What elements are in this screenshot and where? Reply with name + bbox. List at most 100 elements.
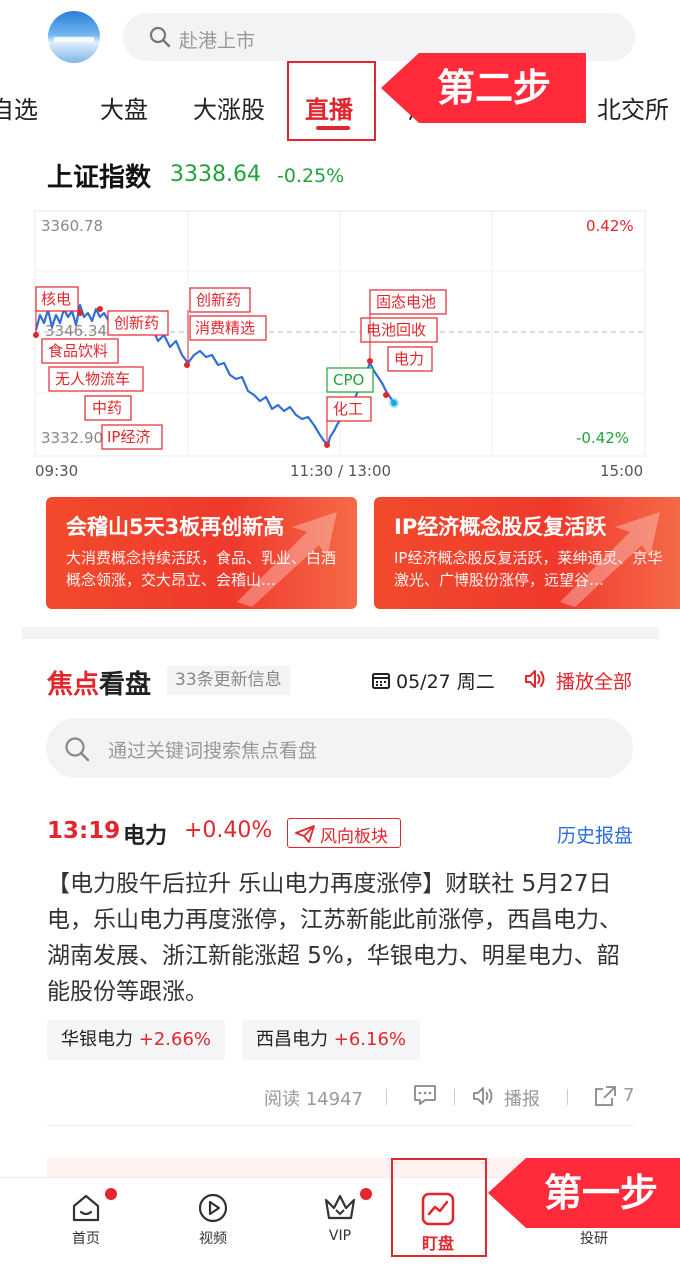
tag-innovative-drug-2[interactable]: 创新药 [189,287,251,313]
history-report-link[interactable]: 历史报盘 [557,821,633,848]
tag-ip-economy[interactable]: IP经济 [101,424,163,450]
update-count-badge: 33条更新信息 [167,666,290,695]
highlight-box-live-tab [287,61,376,141]
avatar[interactable] [48,11,100,63]
divider [47,1125,635,1126]
paper-plane-icon [295,825,315,843]
svg-text:核电: 核电 [41,290,71,308]
x-axis-end: 15:00 [600,462,643,480]
broadcast-button[interactable]: 播报 [504,1085,540,1111]
x-axis-start: 09:30 [35,462,78,480]
play-all-button[interactable]: 播放全部 [556,667,632,694]
tag-tcm[interactable]: 中药 [84,395,132,421]
nav-video-label: 视频 [199,1231,227,1247]
tag-innovative-drug-1[interactable]: 创新药 [107,310,169,336]
svg-text:食品饮料: 食品饮料 [48,342,108,360]
svg-text:中药: 中药 [92,399,122,417]
stock-chip-change: +6.16% [333,1029,406,1050]
index-value: 3338.64 [170,162,261,187]
stock-chip-name: 西昌电力 [256,1029,328,1050]
highlight-box-watch-nav [391,1158,487,1257]
nav-home[interactable]: 首页 [46,1192,126,1248]
news-time: 13:19 [47,818,121,844]
calendar-icon[interactable] [371,670,391,690]
y-axis-top: 3360.78 [41,217,103,235]
crown-icon [324,1194,356,1220]
intraday-chart[interactable]: 3360.78 3346.34 3332.90 0.42% -0.42% 09:… [0,205,680,495]
nav-vip-label: VIP [328,1228,352,1244]
app-screen: 赴港上市 自选 大盘 大涨股 直播 风口 上线 北交所 第二步 上证指数 333… [0,0,680,1280]
tag-chemical[interactable]: 化工 [326,396,372,422]
svg-text:无人物流车: 无人物流车 [55,370,130,388]
nav-home-label: 首页 [72,1231,100,1247]
divider [454,1089,455,1105]
tag-consumer-select[interactable]: 消费精选 [189,315,267,341]
share-icon[interactable] [593,1085,617,1107]
news-card-2[interactable]: IP经济概念股反复活跃 IP经济概念股反复活跃，莱绅通灵、京华激光、广博股份涨停… [374,497,680,609]
read-count: 阅读 14947 [264,1089,363,1110]
pct-axis-top: 0.42% [586,217,634,235]
news-card-2-desc: IP经济概念股反复活跃，莱绅通灵、京华激光、广博股份涨停，远望谷… [394,549,663,589]
nav-vip[interactable]: VIP [300,1192,380,1244]
trend-sector-tag[interactable]: 风向板块 [287,818,401,848]
tab-bse[interactable]: 北交所 [597,90,669,125]
step-two-label: 第二步 [437,66,552,110]
focus-title-black: 看盘 [99,670,152,700]
share-count: 7 [623,1085,635,1106]
search-placeholder: 赴港上市 [179,30,256,52]
y-axis-bottom: 3332.90 [41,429,103,447]
index-name: 上证指数 [47,163,152,193]
date-selector[interactable]: 05/27 周二 [396,667,495,694]
notification-dot [360,1188,372,1200]
search-icon [149,26,171,48]
tag-nuclear[interactable]: 核电 [35,286,79,312]
tag-food-beverage[interactable]: 食品饮料 [41,338,119,364]
section-separator [22,627,659,639]
tab-market[interactable]: 大盘 [100,90,148,125]
stock-chip[interactable]: 西昌电力 +6.16% [242,1020,420,1060]
tag-cpo[interactable]: CPO [326,367,374,393]
nav-video[interactable]: 视频 [173,1192,253,1248]
x-axis-mid: 11:30 / 13:00 [290,462,391,480]
speaker-icon[interactable] [472,1086,496,1106]
stock-chip[interactable]: 华银电力 +2.66% [47,1020,225,1060]
trend-sector-label: 风向板块 [320,827,388,847]
news-card-2-title: IP经济概念股反复活跃 [394,515,607,539]
tab-watchlist[interactable]: 自选 [0,90,38,125]
tag-solid-battery[interactable]: 固态电池 [369,289,447,315]
focus-section-title: 焦点看盘 [47,664,151,701]
tag-unmanned-logistics[interactable]: 无人物流车 [48,366,144,392]
notification-dot [105,1188,117,1200]
home-icon [72,1194,100,1222]
svg-text:化工: 化工 [333,400,363,418]
news-sector[interactable]: 电力 [123,818,167,850]
svg-text:电力: 电力 [394,350,424,368]
svg-text:电池回收: 电池回收 [366,321,426,339]
step-one-callout: 第一步 [488,1158,680,1228]
divider [386,1089,387,1105]
play-icon [198,1193,228,1223]
pct-axis-bottom: -0.42% [576,429,629,447]
tag-power[interactable]: 电力 [387,346,433,372]
news-sector-change: +0.40% [184,818,273,843]
comment-icon[interactable] [413,1084,437,1106]
svg-text:固态电池: 固态电池 [376,293,436,311]
svg-text:创新药: 创新药 [196,291,241,309]
focus-search-placeholder: 通过关键词搜索焦点看盘 [108,740,318,762]
focus-search-bar[interactable]: 通过关键词搜索焦点看盘 [46,718,633,778]
news-card-1[interactable]: 会稽山5天3板再创新高 大消费概念持续活跃，食品、乳业、白酒概念领涨，交大昂立、… [46,497,357,609]
focus-title-red: 焦点 [47,670,100,700]
tab-big-gainers[interactable]: 大涨股 [193,90,265,125]
news-card-1-desc: 大消费概念持续活跃，食品、乳业、白酒概念领涨，交大昂立、会稽山… [66,549,337,589]
search-icon [65,737,90,762]
svg-text:CPO: CPO [333,371,364,389]
index-change: -0.25% [277,165,345,187]
svg-text:消费精选: 消费精选 [195,319,255,337]
tag-battery-recycle[interactable]: 电池回收 [360,317,438,343]
news-card-1-title: 会稽山5天3板再创新高 [66,515,285,539]
news-body[interactable]: 【电力股午后拉升 乐山电力再度涨停】财联社 5月27日电，乐山电力再度涨停，江苏… [47,866,637,1010]
chart-svg: 3360.78 3346.34 3332.90 0.42% -0.42% 09:… [33,210,646,480]
stock-chip-name: 华银电力 [61,1029,133,1050]
speaker-icon[interactable] [523,668,547,690]
step-one-label: 第一步 [544,1171,659,1215]
